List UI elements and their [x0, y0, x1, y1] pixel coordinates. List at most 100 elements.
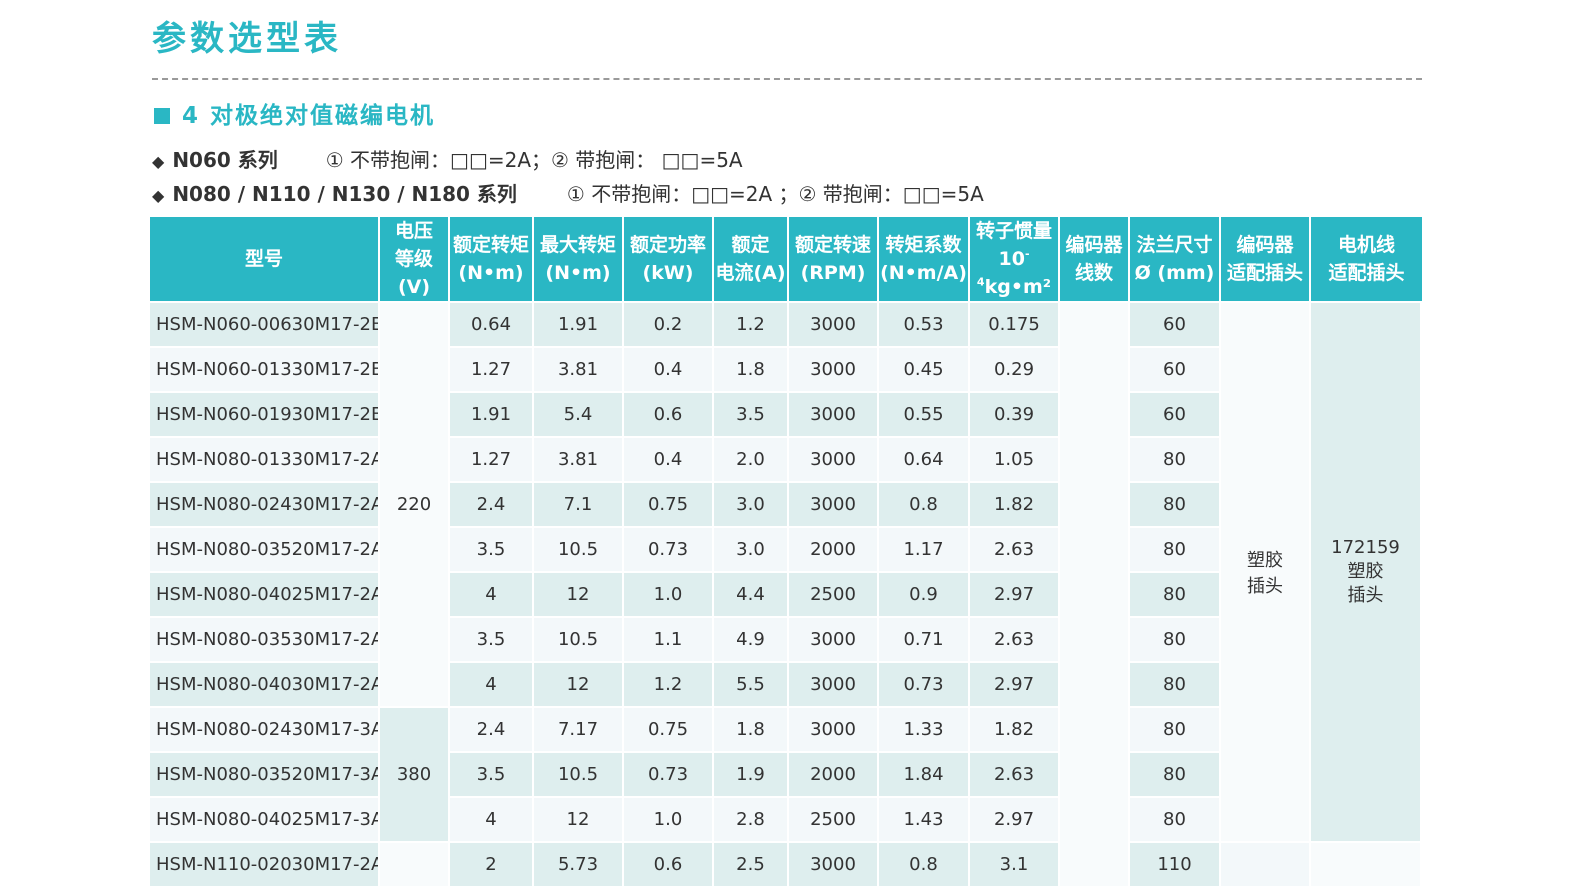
rated-speed-cell: 2500 — [789, 573, 879, 618]
rated-torque-cell: 3.5 — [450, 528, 534, 573]
rated-speed-cell: 3000 — [789, 438, 879, 483]
header-model: 型号 — [150, 217, 380, 303]
header-rotor-inertia: 转子惯量 10-4kg•m² — [970, 217, 1060, 303]
max-torque-cell: 10.5 — [534, 753, 624, 798]
torque-constant-cell: 0.64 — [879, 438, 970, 483]
diamond-bullet-icon: ◆ — [152, 152, 165, 171]
rated-torque-cell: 2 — [450, 843, 534, 888]
flange-size-cell: 80 — [1130, 438, 1221, 483]
flange-size-cell: 80 — [1130, 753, 1221, 798]
rotor-inertia-cell: 1.05 — [970, 438, 1060, 483]
torque-constant-cell: 0.55 — [879, 393, 970, 438]
motor-plug-line: 172159 — [1331, 537, 1400, 558]
page-title: 参数选型表 — [152, 19, 342, 59]
rated-power-cell: 0.73 — [624, 528, 714, 573]
torque-constant-cell: 0.9 — [879, 573, 970, 618]
voltage-cell-220: 220 — [380, 303, 450, 708]
model-cell: HSM-N080-03520M17-2A2A — [150, 528, 380, 573]
rated-speed-cell: 3000 — [789, 663, 879, 708]
rated-speed-cell: 3000 — [789, 483, 879, 528]
model-cell: HSM-N060-01330M17-2B2A — [150, 348, 380, 393]
flange-size-cell: 60 — [1130, 393, 1221, 438]
max-torque-cell: 3.81 — [534, 348, 624, 393]
rated-current-cell: 1.9 — [714, 753, 789, 798]
rated-torque-cell: 1.91 — [450, 393, 534, 438]
rotor-inertia-cell: 1.82 — [970, 708, 1060, 753]
series-brake-note: ① 不带抱闸：□□=2A ；② 带抱闸：□□=5A — [566, 182, 984, 206]
rated-torque-cell: 2.4 — [450, 483, 534, 528]
rated-speed-cell: 3000 — [789, 393, 879, 438]
rated-speed-cell: 2000 — [789, 528, 879, 573]
model-cell: HSM-N080-04025M17-2A2A — [150, 573, 380, 618]
max-torque-cell: 5.73 — [534, 843, 624, 888]
torque-constant-cell: 0.53 — [879, 303, 970, 348]
max-torque-cell: 3.81 — [534, 438, 624, 483]
rated-torque-cell: 1.27 — [450, 348, 534, 393]
flange-size-cell: 80 — [1130, 528, 1221, 573]
max-torque-cell: 12 — [534, 663, 624, 708]
model-cell: HSM-N060-01930M17-2B2A — [150, 393, 380, 438]
rated-current-cell: 3.5 — [714, 393, 789, 438]
table-row: HSM-N110-02030M17-2A2A 25.730.62.530000.8… — [150, 843, 1422, 888]
rated-current-cell: 1.8 — [714, 708, 789, 753]
max-torque-cell: 10.5 — [534, 618, 624, 663]
model-cell: HSM-N080-04030M17-2A2A — [150, 663, 380, 708]
model-cell: HSM-N080-03530M17-2A2A — [150, 618, 380, 663]
rotor-inertia-cell: 2.97 — [970, 573, 1060, 618]
rated-torque-cell: 0.64 — [450, 303, 534, 348]
max-torque-cell: 7.17 — [534, 708, 624, 753]
encoder-plug-cell: 塑胶 插头 — [1221, 303, 1311, 843]
rotor-inertia-cell: 3.1 — [970, 843, 1060, 888]
rated-torque-cell: 3.5 — [450, 753, 534, 798]
encoder-plug-line: 塑胶 — [1247, 550, 1283, 571]
dashed-divider — [152, 78, 1422, 80]
rotor-inertia-cell: 2.97 — [970, 798, 1060, 843]
rotor-inertia-cell: 2.97 — [970, 663, 1060, 708]
model-cell: HSM-N060-00630M17-2B2A — [150, 303, 380, 348]
header-torque-constant: 转矩系数 (N•m/A) — [879, 217, 970, 303]
rated-current-cell: 2.8 — [714, 798, 789, 843]
series-brake-note: ① 不带抱闸：□□=2A；② 带抱闸： □□=5A — [325, 148, 743, 172]
rated-speed-cell: 3000 — [789, 843, 879, 888]
rated-power-cell: 0.6 — [624, 843, 714, 888]
rated-power-cell: 0.73 — [624, 753, 714, 798]
series-note-n080: ◆ N080 / N110 / N130 / N180 系列 ① 不带抱闸：□□=2… — [152, 180, 984, 210]
flange-size-cell: 80 — [1130, 573, 1221, 618]
torque-constant-cell: 1.84 — [879, 753, 970, 798]
rotor-inertia-cell: 2.63 — [970, 618, 1060, 663]
torque-constant-cell: 0.8 — [879, 843, 970, 888]
torque-constant-cell: 1.17 — [879, 528, 970, 573]
encoder-plug-cell-empty — [1221, 843, 1311, 888]
header-encoder-lines: 编码器 线数 — [1060, 217, 1130, 303]
rated-power-cell: 1.1 — [624, 618, 714, 663]
model-cell: HSM-N080-01330M17-2A2A — [150, 438, 380, 483]
torque-constant-cell: 0.8 — [879, 483, 970, 528]
header-motor-plug: 电机线 适配插头 — [1311, 217, 1422, 303]
rotor-inertia-cell: 2.63 — [970, 753, 1060, 798]
encoder-plug-line: 插头 — [1247, 576, 1283, 597]
series-name: N060 系列 — [172, 148, 278, 172]
rotor-inertia-cell: 1.82 — [970, 483, 1060, 528]
flange-size-cell: 110 — [1130, 843, 1221, 888]
section-heading: 4 对极绝对值磁编电机 — [154, 100, 435, 132]
torque-constant-cell: 1.33 — [879, 708, 970, 753]
motor-plug-line: 插头 — [1347, 585, 1384, 606]
rated-torque-cell: 4 — [450, 573, 534, 618]
rated-current-cell: 2.5 — [714, 843, 789, 888]
rated-power-cell: 1.2 — [624, 663, 714, 708]
flange-size-cell: 60 — [1130, 303, 1221, 348]
series-name: N080 / N110 / N130 / N180 系列 — [172, 182, 517, 206]
header-max-torque: 最大转矩 (N•m) — [534, 217, 624, 303]
model-cell: HSM-N110-02030M17-2A2A — [150, 843, 380, 888]
max-torque-cell: 7.1 — [534, 483, 624, 528]
rated-torque-cell: 4 — [450, 798, 534, 843]
rated-current-cell: 3.0 — [714, 483, 789, 528]
header-rated-power: 额定功率 (kW) — [624, 217, 714, 303]
rated-speed-cell: 2000 — [789, 753, 879, 798]
model-cell: HSM-N080-02430M17-2A2A — [150, 483, 380, 528]
header-encoder-plug: 编码器 适配插头 — [1221, 217, 1311, 303]
motor-plug-cell: 172159 塑胶 插头 — [1311, 303, 1422, 843]
rated-current-cell: 2.0 — [714, 438, 789, 483]
max-torque-cell: 1.91 — [534, 303, 624, 348]
series-note-n060: ◆ N060 系列 ① 不带抱闸：□□=2A；② 带抱闸： □□=5A — [152, 146, 743, 176]
